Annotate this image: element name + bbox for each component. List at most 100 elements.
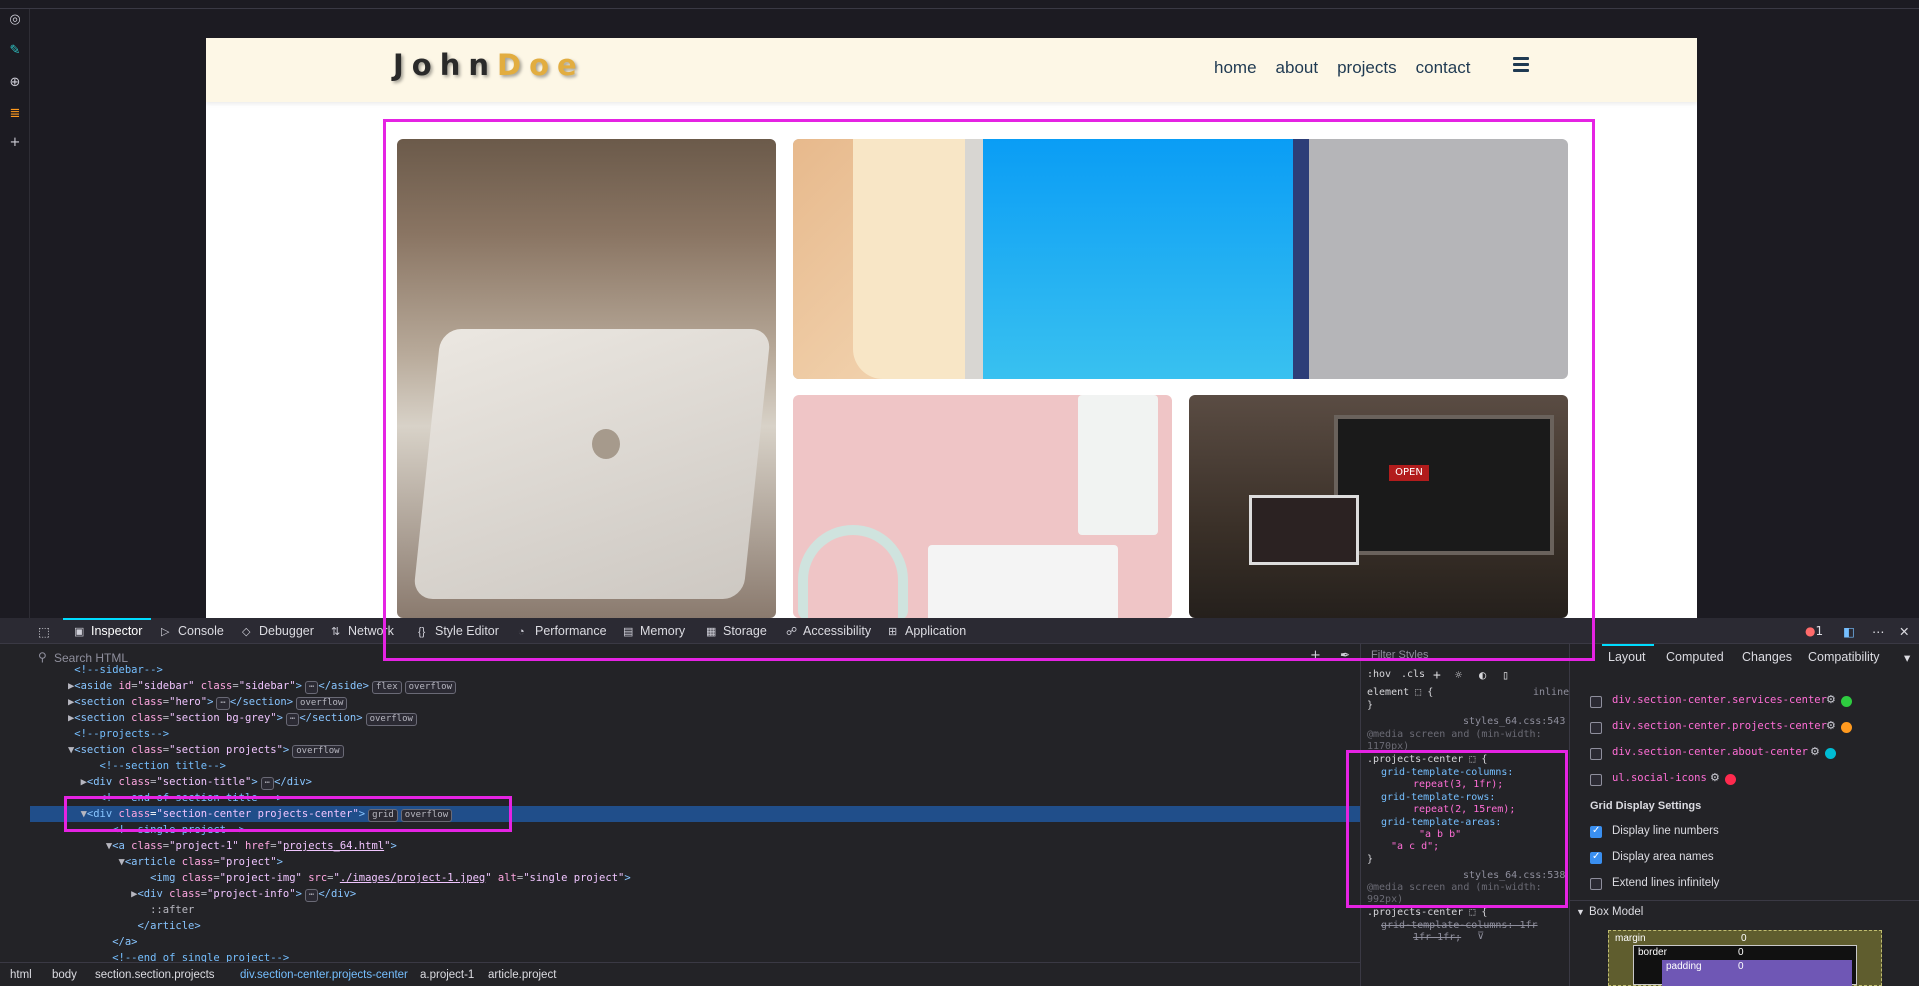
markup-line[interactable]: ▶<section class="section bg-grey"> ⋯ </sec… bbox=[30, 710, 417, 726]
eyedropper-icon[interactable]: ✒ bbox=[1340, 648, 1350, 662]
rule2-prop-overridden-cont[interactable]: 1fr 1fr; bbox=[1413, 932, 1461, 943]
element-picker-icon[interactable]: ⬚ bbox=[38, 624, 50, 639]
extend-lines-checkbox[interactable] bbox=[1590, 878, 1602, 890]
tab-style-editor[interactable]: {} Style Editor bbox=[418, 624, 499, 638]
padding-value[interactable]: 0 bbox=[1738, 961, 1744, 972]
crumb-project-link[interactable]: a.project-1 bbox=[420, 969, 474, 981]
display-line-numbers-checkbox[interactable] bbox=[1590, 825, 1602, 838]
markup-line[interactable]: ▼<article class="project"> bbox=[30, 854, 283, 870]
grid-color-about[interactable] bbox=[1825, 748, 1836, 759]
project-image-desk[interactable] bbox=[793, 395, 1172, 618]
tab-layout[interactable]: Layout bbox=[1608, 650, 1646, 664]
gear-icon[interactable]: ⚙ bbox=[1826, 719, 1836, 732]
nav-link-about[interactable]: about bbox=[1276, 58, 1319, 78]
crumb-html[interactable]: html bbox=[10, 969, 32, 981]
more-options-icon[interactable]: ⋯ bbox=[1872, 624, 1885, 639]
cls-toggle[interactable]: .cls bbox=[1401, 669, 1425, 680]
markup-line[interactable]: ::after bbox=[30, 902, 194, 918]
add-node-icon[interactable]: + bbox=[1310, 648, 1321, 663]
project-image-workspace[interactable]: OPEN bbox=[1189, 395, 1568, 618]
grid-toggle-about[interactable] bbox=[1590, 748, 1602, 760]
collapse-chevron-icon[interactable]: ▼ bbox=[1576, 907, 1585, 917]
filter-styles-field[interactable]: Filter Styles bbox=[1371, 649, 1428, 661]
grid-color-social[interactable] bbox=[1725, 774, 1736, 785]
accessibility-icon: ☍ bbox=[786, 626, 798, 638]
crumb-section[interactable]: section.section.projects bbox=[95, 969, 215, 981]
markup-line[interactable]: ▼<section class="section projects"> overf… bbox=[30, 742, 344, 758]
globe-active-icon[interactable]: ⊕ bbox=[7, 75, 23, 91]
grid-color-services[interactable] bbox=[1841, 696, 1852, 707]
hamburger-menu-icon[interactable] bbox=[1513, 57, 1529, 72]
gear-icon[interactable]: ⚙ bbox=[1826, 693, 1836, 706]
plus-icon[interactable]: + bbox=[7, 135, 23, 151]
element-rule-selector: element ⬚ { bbox=[1367, 687, 1434, 698]
markup-line[interactable]: ▶<div class="section-title"> ⋯ </div> bbox=[30, 774, 312, 790]
margin-label: margin bbox=[1615, 933, 1646, 944]
inspector-icon: ▣ bbox=[74, 626, 85, 638]
tab-storage[interactable]: ▦ Storage bbox=[706, 624, 767, 638]
tab-changes[interactable]: Changes bbox=[1742, 650, 1792, 664]
crumb-body[interactable]: body bbox=[52, 969, 77, 981]
nav-links: home about projects contact bbox=[1214, 58, 1489, 78]
rule2-prop-overridden[interactable]: grid-template-columns: 1fr bbox=[1381, 920, 1538, 931]
markup-line[interactable]: <!--section title--> bbox=[30, 758, 226, 774]
error-count-badge[interactable]: ●1 bbox=[1805, 624, 1823, 638]
tab-memory[interactable]: ▤ Memory bbox=[623, 624, 685, 638]
stack-icon[interactable]: ≣ bbox=[7, 106, 23, 122]
project-image-laptop[interactable] bbox=[397, 139, 776, 618]
tab-computed[interactable]: Computed bbox=[1666, 650, 1724, 664]
nav-link-projects[interactable]: projects bbox=[1337, 58, 1397, 78]
gear-icon[interactable]: ⚙ bbox=[1710, 771, 1720, 784]
close-devtools-icon[interactable]: ✕ bbox=[1899, 624, 1909, 639]
crumb-article[interactable]: article.project bbox=[488, 969, 556, 981]
gear-icon[interactable]: ⚙ bbox=[1810, 745, 1820, 758]
filter-icon[interactable]: ⊽ bbox=[1477, 931, 1484, 942]
globe-icon[interactable]: ◎ bbox=[7, 12, 23, 28]
tab-inspector[interactable]: ▣ Inspector bbox=[74, 624, 142, 638]
tab-console[interactable]: ▷ Console bbox=[161, 624, 224, 638]
element-rule-close: } bbox=[1367, 700, 1374, 711]
rule1-source-link[interactable]: styles_64.css:543 bbox=[1463, 716, 1565, 727]
markup-line[interactable]: ▶<section class="hero"> ⋯ </section> overfl… bbox=[30, 694, 348, 710]
markup-line[interactable]: ▶<aside id="sidebar" class="sidebar"> ⋯ </… bbox=[30, 678, 456, 694]
margin-value[interactable]: 0 bbox=[1741, 933, 1747, 944]
markup-line[interactable]: </a> bbox=[30, 934, 137, 950]
grid-toggle-social[interactable] bbox=[1590, 774, 1602, 786]
nav-link-home[interactable]: home bbox=[1214, 58, 1257, 78]
hov-toggle[interactable]: :hov bbox=[1367, 669, 1391, 680]
box-model-title[interactable]: Box Model bbox=[1589, 906, 1643, 918]
grid-toggle-projects[interactable] bbox=[1590, 722, 1602, 734]
project-image-tablet[interactable] bbox=[793, 139, 1568, 379]
markup-line[interactable]: ▶<div class="project-info"> ⋯ </div> bbox=[30, 886, 356, 902]
add-rule-icon[interactable]: + bbox=[1433, 668, 1441, 683]
print-media-icon[interactable]: ▯ bbox=[1502, 668, 1509, 682]
markup-line[interactable]: <!--sidebar--> bbox=[30, 662, 163, 678]
pen-icon[interactable]: ✎ bbox=[7, 43, 23, 59]
tab-debugger[interactable]: ◇ Debugger bbox=[242, 624, 314, 638]
layout-menu-chevron-icon[interactable]: ▾ bbox=[1904, 650, 1910, 665]
light-scheme-icon[interactable]: ☼ bbox=[1455, 668, 1462, 682]
display-area-names-checkbox[interactable] bbox=[1590, 851, 1602, 864]
site-navbar: JohnDoe home about projects contact bbox=[206, 38, 1697, 102]
section-divider bbox=[1570, 900, 1919, 901]
markup-line[interactable]: </article> bbox=[30, 918, 200, 934]
tab-accessibility[interactable]: ☍ Accessibility bbox=[786, 624, 871, 638]
nav-link-contact[interactable]: contact bbox=[1416, 58, 1471, 78]
crumb-projects-center[interactable]: div.section-center.projects-center bbox=[240, 969, 408, 981]
site-logo[interactable]: JohnDoe bbox=[393, 48, 585, 82]
dark-scheme-icon[interactable]: ◐ bbox=[1479, 668, 1486, 682]
tab-application[interactable]: ⊞ Application bbox=[888, 624, 966, 638]
markup-line[interactable]: ▼<a class="project-1" href="projects_64.… bbox=[30, 838, 397, 854]
markup-line[interactable]: <!--projects--> bbox=[30, 726, 169, 742]
markup-line[interactable]: <img class="project-img" src="./images/p… bbox=[30, 870, 631, 886]
node-breadcrumb: html body section.section.projects div.s… bbox=[0, 962, 1360, 986]
tab-performance[interactable]: ◔ Performance bbox=[518, 624, 607, 638]
selected-node-highlight-overlay bbox=[64, 796, 512, 832]
rule1-media: @media screen and (min-width: bbox=[1367, 729, 1542, 740]
grid-toggle-services[interactable] bbox=[1590, 696, 1602, 708]
tab-compatibility[interactable]: Compatibility bbox=[1808, 650, 1880, 664]
dock-side-icon[interactable]: ◧ bbox=[1843, 624, 1855, 639]
grid-color-projects[interactable] bbox=[1841, 722, 1852, 733]
tab-network[interactable]: ⇅ Network bbox=[331, 624, 394, 638]
border-value[interactable]: 0 bbox=[1738, 947, 1744, 958]
